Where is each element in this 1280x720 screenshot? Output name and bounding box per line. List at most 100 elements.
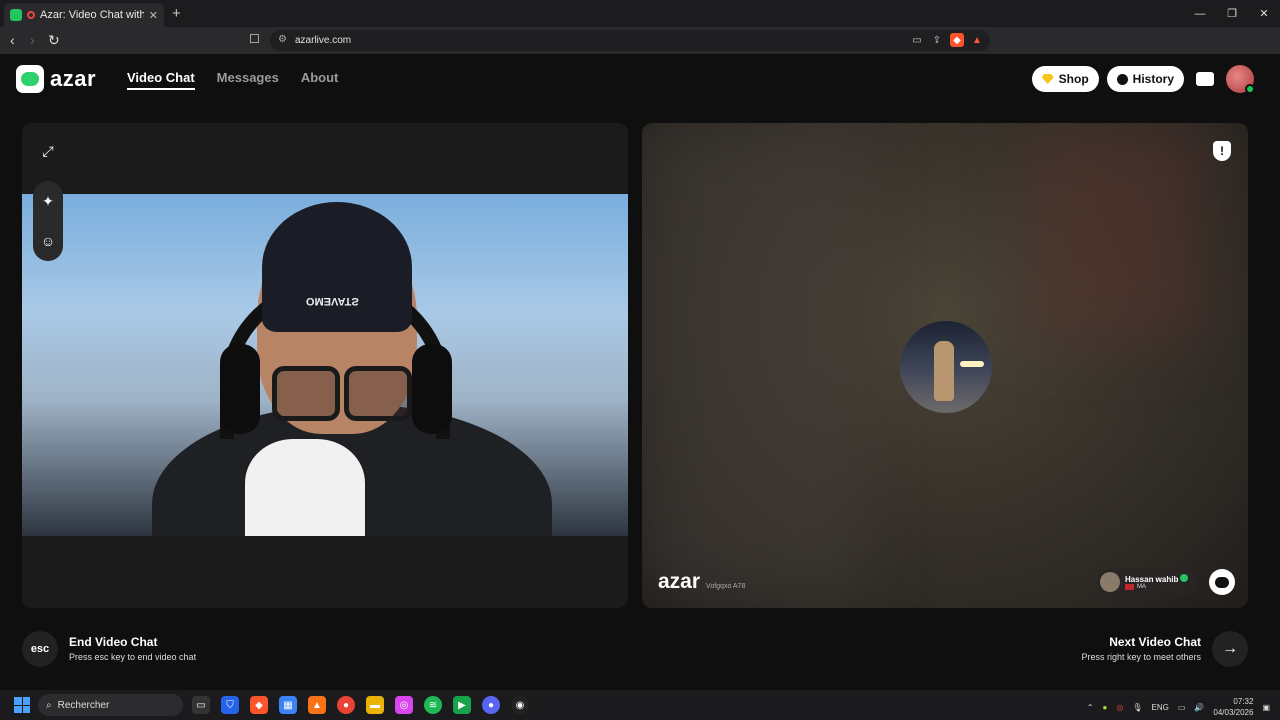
defender-icon[interactable]: ⛉ bbox=[221, 696, 239, 714]
tab-close-icon[interactable]: ✕ bbox=[149, 9, 158, 22]
shop-label: Shop bbox=[1058, 72, 1089, 86]
new-tab-button[interactable]: + bbox=[172, 5, 181, 22]
back-icon[interactable]: ‹ bbox=[10, 32, 15, 48]
partner-country: MA bbox=[1137, 584, 1146, 590]
background-blur bbox=[1028, 123, 1208, 343]
taskbar-search[interactable]: ⌕ Rechercher bbox=[38, 694, 183, 716]
network-icon[interactable]: ▭ bbox=[1178, 703, 1186, 712]
next-chat-text: Next Video Chat Press right key to meet … bbox=[1081, 635, 1201, 662]
close-window-button[interactable]: ✕ bbox=[1248, 0, 1280, 27]
brave-shield-icon[interactable]: ◆ bbox=[950, 33, 964, 47]
background-blur bbox=[642, 123, 862, 603]
reload-icon[interactable]: ↻ bbox=[48, 32, 60, 49]
brave-rewards-icon[interactable]: ▲ bbox=[970, 33, 984, 47]
shop-button[interactable]: Shop bbox=[1031, 66, 1099, 92]
spotify-icon[interactable]: ≋ bbox=[424, 696, 442, 714]
self-camera-feed: ƧTAVEMO bbox=[22, 194, 628, 536]
nav-messages[interactable]: Messages bbox=[217, 70, 279, 90]
task-view-icon[interactable]: ▭ bbox=[192, 696, 210, 714]
ear-cup-left bbox=[220, 344, 260, 434]
chat-bubble-icon bbox=[1215, 576, 1229, 588]
bookmark-icon[interactable]: ☐ bbox=[249, 32, 260, 46]
clock-icon bbox=[1116, 73, 1128, 85]
avatar[interactable] bbox=[1226, 65, 1255, 94]
site-info-icon[interactable]: ⚙ bbox=[278, 34, 287, 45]
forward-icon[interactable]: › bbox=[30, 32, 35, 48]
url-text: azarlive.com bbox=[295, 35, 352, 46]
magic-wand-icon[interactable]: ✦ bbox=[42, 193, 54, 210]
watermark-logo: azar bbox=[658, 570, 701, 593]
gem-icon bbox=[1041, 74, 1054, 84]
azar-page: azar Video Chat Messages About Shop Hist… bbox=[0, 54, 1280, 690]
history-button[interactable]: History bbox=[1106, 66, 1184, 92]
end-chat-title: End Video Chat bbox=[69, 635, 158, 649]
window-controls: — ❐ ✕ bbox=[1184, 0, 1280, 27]
language-indicator[interactable]: ENG bbox=[1152, 703, 1169, 712]
tray-overflow-icon[interactable]: ⌃ bbox=[1087, 703, 1094, 712]
browser-tab[interactable]: Azar: Video Chat with New Pe ✕ bbox=[4, 3, 164, 27]
nav-video-chat[interactable]: Video Chat bbox=[127, 70, 195, 90]
glasses-shape bbox=[272, 366, 412, 421]
store-icon[interactable] bbox=[1192, 66, 1218, 92]
nav-about[interactable]: About bbox=[301, 70, 339, 90]
discord-icon[interactable]: ● bbox=[482, 696, 500, 714]
azar-logo[interactable]: azar bbox=[16, 65, 96, 93]
system-tray: ⌃ ● ◎ 🎙 ENG ▭ 🔊 07:32 04/03/2026 ▣ bbox=[1087, 696, 1270, 718]
end-chat-button[interactable]: esc bbox=[22, 631, 58, 667]
clock-date: 04/03/2026 bbox=[1213, 708, 1254, 717]
logo-text: azar bbox=[50, 66, 97, 91]
end-chat-text: End Video Chat Press esc key to end vide… bbox=[69, 635, 196, 662]
partner-info-chip[interactable]: Hassan wahib MA bbox=[1097, 569, 1199, 595]
street-lights bbox=[960, 361, 984, 367]
face-filter-icon[interactable]: ☺ bbox=[41, 233, 55, 249]
notifications-icon[interactable]: ▣ bbox=[1262, 703, 1270, 712]
share-icon[interactable]: ⇪ bbox=[930, 33, 944, 47]
taskbar-clock[interactable]: 07:32 04/03/2026 bbox=[1213, 696, 1253, 718]
header-actions: Shop History bbox=[1031, 65, 1255, 94]
online-status-icon bbox=[1245, 84, 1255, 94]
partner-name: Hassan wahib bbox=[1125, 575, 1179, 584]
shirt-shape bbox=[245, 439, 365, 536]
windows-start-icon[interactable] bbox=[14, 697, 30, 713]
expand-icon[interactable]: ⤢ bbox=[36, 139, 60, 163]
end-chat-hint: Press esc key to end video chat bbox=[69, 652, 197, 662]
history-label: History bbox=[1132, 72, 1174, 86]
tray-app-icon[interactable]: ◎ bbox=[1116, 703, 1123, 712]
beanie-shape bbox=[262, 202, 412, 332]
self-video-panel: ƧTAVEMO ⤢ ✦ ☺ bbox=[22, 123, 628, 608]
volume-icon[interactable]: 🔊 bbox=[1194, 703, 1204, 712]
chrome-icon[interactable]: ● bbox=[337, 696, 355, 714]
next-chat-hint: Press right key to meet others bbox=[1081, 652, 1201, 662]
partner-video-panel: ! azar Vofgqxo A78 Hassan wahib MA bbox=[642, 123, 1248, 608]
microphone-icon[interactable]: 🎙 bbox=[1132, 703, 1142, 712]
instagram-icon[interactable]: ◎ bbox=[395, 696, 413, 714]
azar-watermark: azar Vofgqxo A78 bbox=[658, 570, 745, 594]
next-chat-title: Next Video Chat bbox=[1109, 635, 1201, 649]
tray-app-icon[interactable]: ● bbox=[1103, 703, 1108, 712]
search-placeholder: Rechercher bbox=[57, 699, 110, 711]
effects-toolbar: ✦ ☺ bbox=[33, 181, 63, 261]
chat-button[interactable] bbox=[1209, 569, 1235, 595]
address-bar[interactable]: ⚙ azarlive.com ▭ ⇪ ◆ ▲ bbox=[270, 30, 990, 51]
azar-logo-icon bbox=[16, 65, 44, 93]
restore-button[interactable]: ❐ bbox=[1216, 0, 1248, 27]
obs-icon[interactable]: ◉ bbox=[511, 696, 529, 714]
search-icon: ⌕ bbox=[46, 699, 52, 711]
partner-profile-photo bbox=[900, 321, 992, 413]
next-chat-button[interactable]: → bbox=[1212, 631, 1248, 667]
beanie-text: ƧTAVEMO bbox=[306, 295, 359, 307]
morocco-flag-icon bbox=[1125, 584, 1134, 590]
browser-toolbar: ‹ › ↻ ⚙ azarlive.com ▭ ⇪ ◆ ▲ ● ✦ ▣ ▯ ▤ ✧… bbox=[0, 27, 1280, 73]
store-app-icon[interactable]: ▦ bbox=[279, 696, 297, 714]
report-shield-icon[interactable]: ! bbox=[1213, 141, 1231, 161]
vlc-icon[interactable]: ▲ bbox=[308, 696, 326, 714]
ear-cup-right bbox=[412, 344, 452, 434]
clock-time: 07:32 bbox=[1233, 697, 1254, 706]
play-icon[interactable]: ▶ bbox=[453, 696, 471, 714]
watermark-code: Vofgqxo A78 bbox=[706, 583, 746, 590]
azar-favicon-icon bbox=[10, 9, 22, 21]
minimize-button[interactable]: — bbox=[1184, 0, 1216, 27]
cast-icon[interactable]: ▭ bbox=[910, 33, 924, 47]
brave-icon[interactable]: ◆ bbox=[250, 696, 268, 714]
explorer-icon[interactable]: ▬ bbox=[366, 696, 384, 714]
